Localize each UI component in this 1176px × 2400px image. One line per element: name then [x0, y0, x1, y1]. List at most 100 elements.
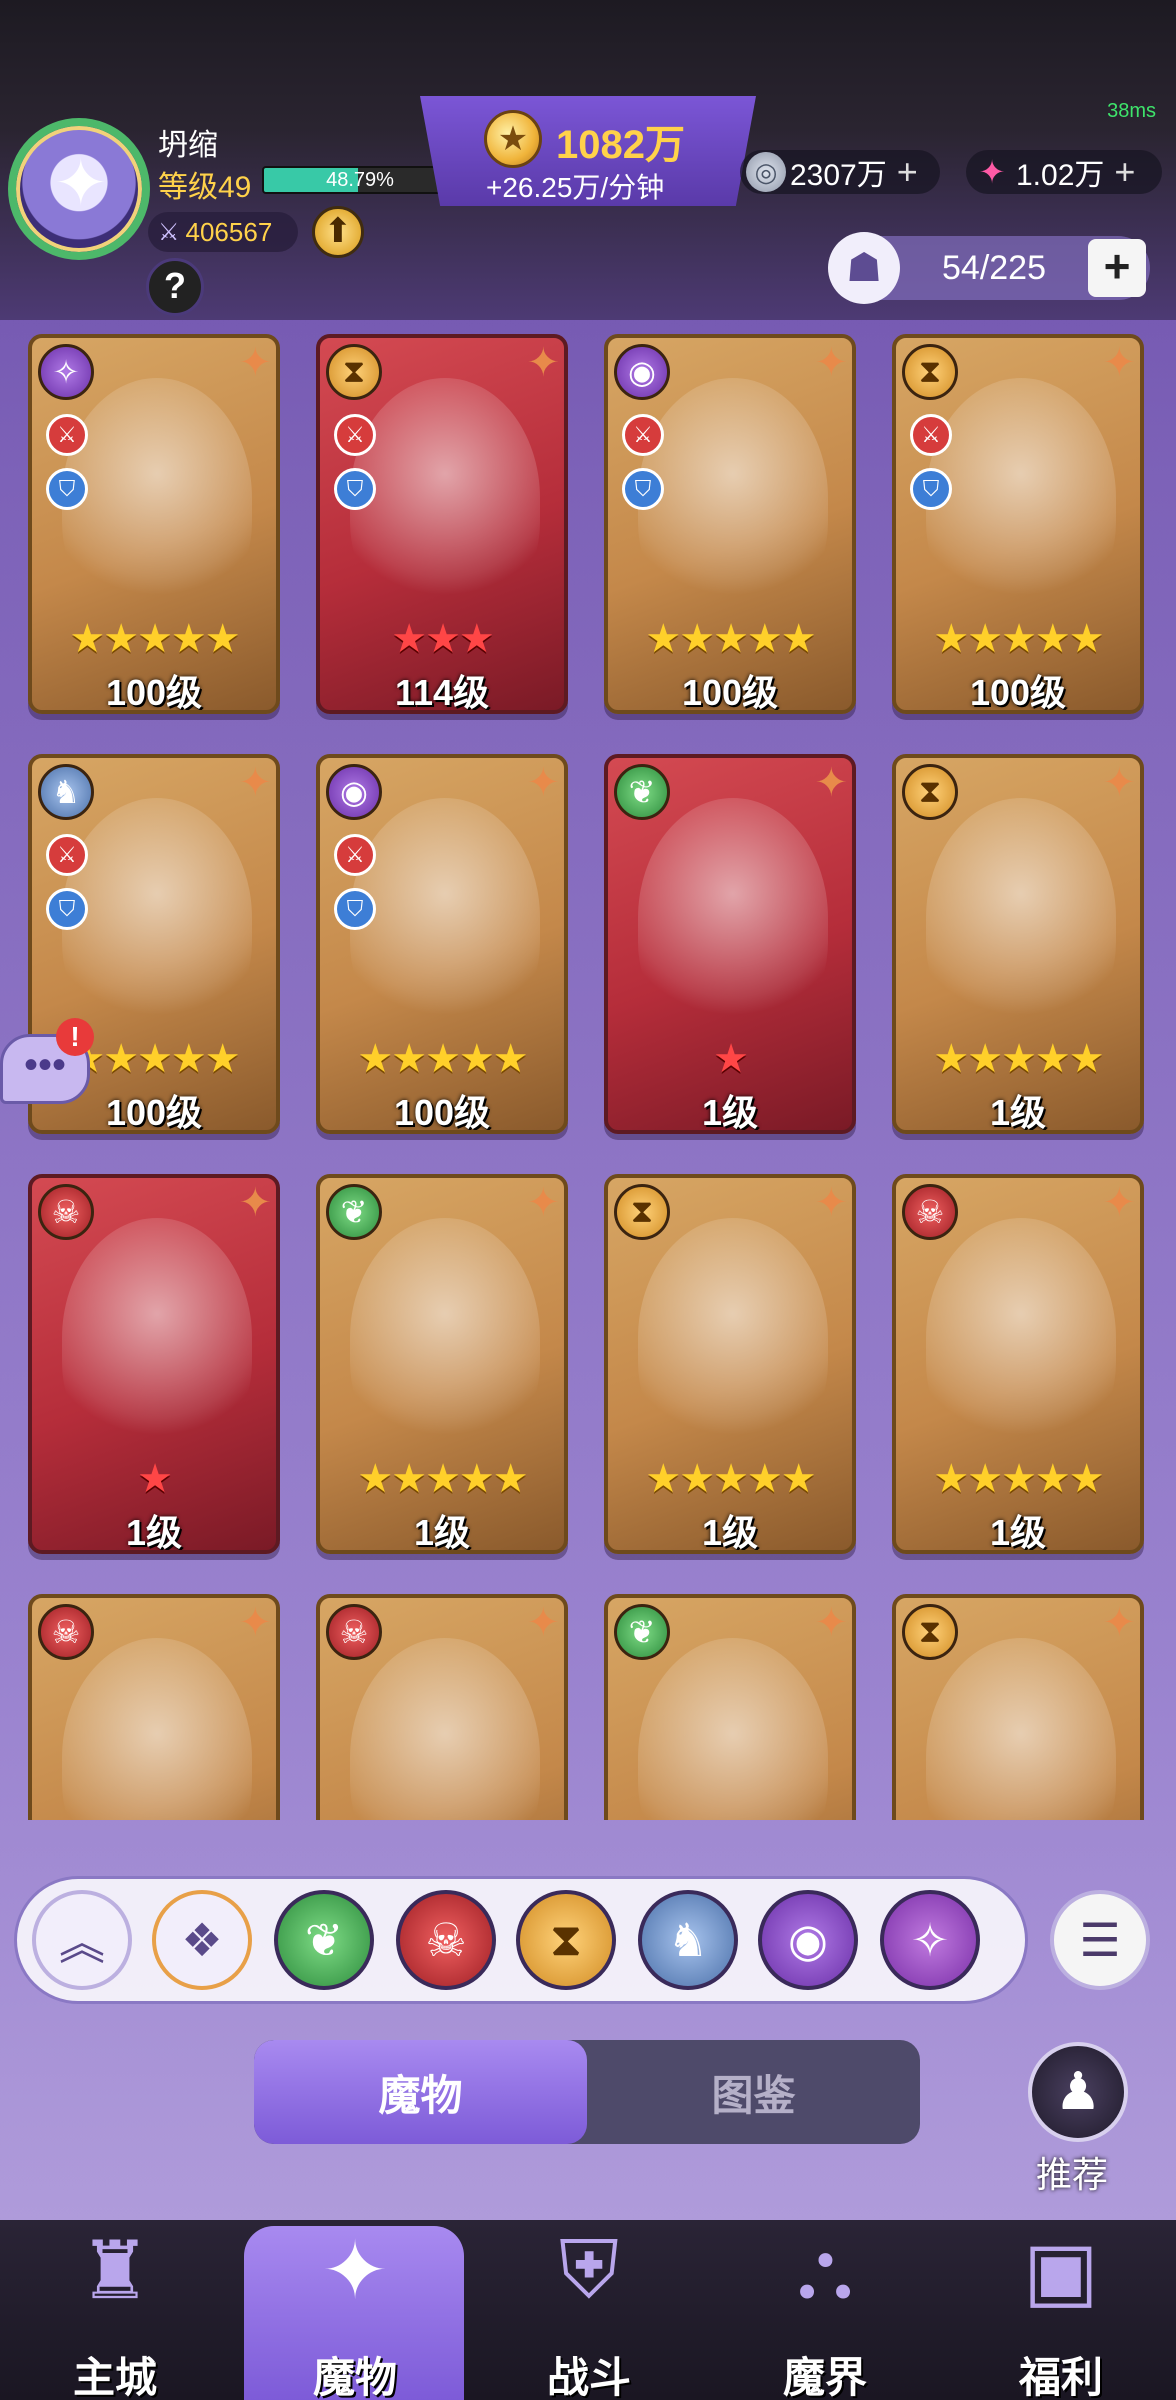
monster-card[interactable]: ⧗ ✦ [892, 1594, 1144, 1820]
attack-badge-icon: ⚔ [334, 414, 376, 456]
attack-badge-icon: ⚔ [46, 414, 88, 456]
help-button[interactable]: ? [146, 258, 204, 316]
defense-badge-icon: ⛉ [46, 888, 88, 930]
card-corner-star-icon: ✦ [1102, 761, 1136, 805]
tab-monsters[interactable]: 魔物 [254, 2040, 587, 2144]
monster-card[interactable]: ⧗ ✦ ★★★★★ 1级 [604, 1174, 856, 1554]
xp-percent: 48.79% [326, 169, 394, 191]
monster-portrait [926, 1638, 1116, 1820]
fire-faction-icon: ☠ [902, 1184, 958, 1240]
nav-monsters[interactable]: ✦ 魔物 [240, 2210, 470, 2400]
monster-card[interactable]: ☠ ✦ ★ 1级 [28, 1174, 280, 1554]
card-corner-star-icon: ✦ [814, 1601, 848, 1645]
monster-card[interactable]: ❦ ✦ ★★★★★ 1级 [316, 1174, 568, 1554]
card-corner-star-icon: ✦ [1102, 1601, 1136, 1645]
nav-battle[interactable]: ⛨ 战斗 [474, 2210, 704, 2400]
card-corner-star-icon: ✦ [526, 1601, 560, 1645]
monster-grid: ✧ ⚔ ⛉ ✦ ★★★★★ 100级 ⧗ ⚔ ⛉ ✦ ★★★ 114级 ◉ ⚔ ⛉ ✦ ★★★★★ 100级 ⧗ ⚔ ⛉… [28, 334, 1148, 1820]
player-name: 坍缩 [158, 129, 218, 162]
sand-faction-icon: ⧗ [902, 764, 958, 820]
combat-power-value: 406567 [185, 216, 273, 247]
filter-nature-icon[interactable]: ❦ [274, 1890, 374, 1990]
defense-badge-icon: ⛉ [46, 468, 88, 510]
monster-portrait [638, 1638, 828, 1820]
filter-chaos-icon[interactable]: ✧ [880, 1890, 980, 1990]
monster-level: 114级 [394, 672, 490, 713]
attack-badge-icon: ⚔ [334, 834, 376, 876]
monster-level: 100级 [393, 1092, 491, 1133]
defense-badge-icon: ⛉ [334, 888, 376, 930]
monster-card[interactable]: ❦ ✦ [604, 1594, 856, 1820]
filter-all-icon[interactable]: ❖ [152, 1890, 252, 1990]
filter-eye-icon[interactable]: ◉ [758, 1890, 858, 1990]
nav-label: 主城 [72, 2354, 157, 2400]
recommend-button[interactable]: ♟ [1028, 2042, 1128, 2142]
nature-faction-icon: ❦ [614, 1604, 670, 1660]
sort-icon[interactable]: ☰ [1050, 1890, 1150, 1990]
team-icon: ♟ [1054, 2063, 1102, 2121]
monster-card[interactable]: ⧗ ⚔ ⛉ ✦ ★★★★★ 100级 [892, 334, 1144, 714]
star-rating: ★★★ [391, 617, 495, 661]
monster-card[interactable]: ❦ ✦ ★ 1级 [604, 754, 856, 1134]
monster-portrait [350, 378, 540, 618]
xp-bar: 48.79% [262, 166, 458, 194]
monster-card[interactable]: ☠ ✦ ★★★★★ 1级 [892, 1174, 1144, 1554]
card-corner-star-icon: ✦ [238, 1181, 272, 1225]
monster-portrait [926, 378, 1116, 618]
filter-sand-icon[interactable]: ⧗ [516, 1890, 616, 1990]
tab-codex[interactable]: 图鉴 [587, 2040, 920, 2144]
chaos-faction-icon: ✧ [38, 344, 94, 400]
monster-portrait [350, 1218, 540, 1458]
filter-dragon-icon[interactable]: ♞ [638, 1890, 738, 1990]
monster-level: 1级 [989, 1512, 1047, 1553]
nav-label: 战斗 [546, 2354, 631, 2400]
sand-faction-icon: ⧗ [326, 344, 382, 400]
star-rating: ★★★★★ [69, 617, 240, 661]
attack-badge-icon: ⚔ [46, 834, 88, 876]
nav-label: 魔物 [312, 2354, 397, 2400]
combat-power[interactable]: ⚔ 406567 [148, 212, 298, 252]
monster-card[interactable]: ⧗ ⚔ ⛉ ✦ ★★★ 114级 [316, 334, 568, 714]
star-rating: ★ [137, 1457, 173, 1501]
sand-faction-icon: ⧗ [902, 1604, 958, 1660]
card-corner-star-icon: ✦ [526, 1181, 560, 1225]
card-corner-star-icon: ✦ [238, 761, 272, 805]
monster-portrait [350, 1638, 540, 1820]
star-rating: ★★★★★ [357, 1457, 528, 1501]
monster-level: 1级 [125, 1512, 183, 1553]
gem-resource[interactable]: ✦ 1.02万 + [966, 150, 1162, 194]
monster-level: 1级 [701, 1092, 759, 1133]
monster-card[interactable]: ✧ ⚔ ⛉ ✦ ★★★★★ 100级 [28, 334, 280, 714]
monster-level: 100级 [969, 672, 1067, 713]
gold-coin-icon: ★ [484, 110, 542, 168]
player-avatar[interactable] [8, 118, 150, 260]
card-corner-star-icon: ✦ [814, 341, 848, 385]
monster-card[interactable]: ☠ ✦ [28, 1594, 280, 1820]
silver-resource[interactable]: ◎ 2307万 + [740, 150, 940, 194]
sand-faction-icon: ⧗ [902, 344, 958, 400]
sword-icon: ⚔ [158, 218, 180, 246]
view-tabs: 魔物 图鉴 [254, 2040, 920, 2144]
collapse-up-icon[interactable]: ︽ [32, 1890, 132, 1990]
star-rating: ★ [713, 1037, 749, 1081]
expand-capacity-button[interactable]: + [1088, 239, 1146, 297]
upgrade-arrow-button[interactable]: ⬆ [312, 206, 364, 258]
add-silver-button[interactable]: + [897, 151, 918, 193]
monster-card[interactable]: ◉ ⚔ ⛉ ✦ ★★★★★ 100级 [316, 754, 568, 1134]
monster-card[interactable]: ☠ ✦ [316, 1594, 568, 1820]
add-gems-button[interactable]: + [1114, 151, 1135, 193]
monster-capacity: ☗ 54/225 + [828, 232, 1150, 304]
monster-portrait [638, 378, 828, 618]
flame-star-icon: ✦ [321, 2226, 389, 2315]
nav-main-city[interactable]: ♜ 主城 [0, 2210, 230, 2400]
filter-fire-icon[interactable]: ☠ [396, 1890, 496, 1990]
monster-level: 100级 [105, 672, 203, 713]
monster-portrait [926, 798, 1116, 1038]
eye-faction-icon: ◉ [326, 764, 382, 820]
card-corner-star-icon: ✦ [526, 761, 560, 805]
monster-card[interactable]: ◉ ⚔ ⛉ ✦ ★★★★★ 100级 [604, 334, 856, 714]
nav-demon-realm[interactable]: ⛬ 魔界 [710, 2210, 940, 2400]
monster-portrait [62, 1218, 252, 1458]
monster-card[interactable]: ⧗ ✦ ★★★★★ 1级 [892, 754, 1144, 1134]
nav-welfare[interactable]: ▣ 福利 [946, 2210, 1176, 2400]
